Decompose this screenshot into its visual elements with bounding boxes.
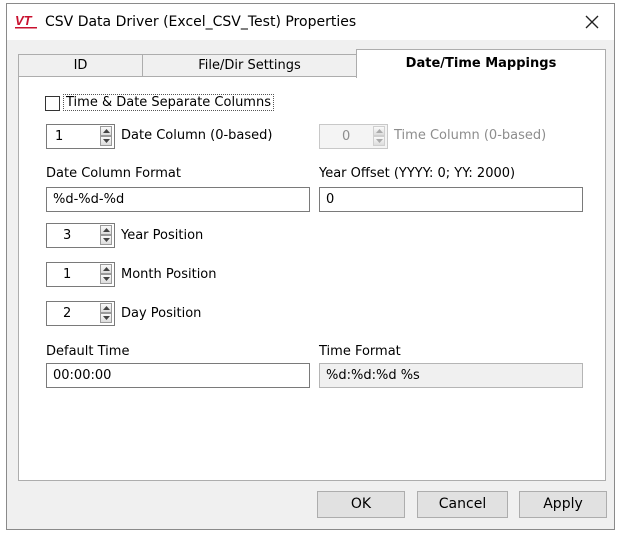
day-position-spinner[interactable]: 2	[46, 301, 115, 326]
year-offset-input[interactable]: 0	[319, 187, 583, 212]
spin-down-icon[interactable]	[100, 274, 112, 284]
spin-up-icon[interactable]	[100, 264, 112, 274]
time-column-label: Time Column (0-based)	[394, 128, 547, 143]
spin-down-icon[interactable]	[100, 313, 112, 323]
tab-date-time-mappings[interactable]: Date/Time Mappings	[356, 49, 606, 78]
spin-up-icon[interactable]	[100, 225, 112, 235]
tab-strip: ID File/Dir Settings Date/Time Mappings	[18, 49, 606, 78]
date-column-spinner[interactable]: 1	[46, 124, 115, 149]
time-format-label: Time Format	[319, 344, 401, 359]
spin-down-icon[interactable]	[100, 235, 112, 245]
tab-file-dir-settings[interactable]: File/Dir Settings	[142, 54, 357, 77]
date-column-value: 1	[55, 129, 64, 144]
date-format-input[interactable]: %d-%d-%d	[46, 187, 310, 212]
spin-up-icon[interactable]	[100, 126, 112, 136]
time-column-value: 0	[342, 129, 351, 144]
vt-logo-icon: VT	[15, 13, 39, 31]
spin-up-icon[interactable]	[100, 303, 112, 313]
year-position-label: Year Position	[121, 228, 204, 243]
default-time-label: Default Time	[46, 344, 130, 359]
time-format-input[interactable]: %d:%d:%d %s	[319, 363, 583, 388]
separate-columns-label: Time & Date Separate Columns	[63, 94, 274, 111]
apply-button[interactable]: Apply	[519, 491, 607, 518]
month-position-value: 1	[63, 267, 72, 282]
year-position-spinner[interactable]: 3	[46, 223, 115, 248]
spin-up-icon[interactable]	[373, 126, 385, 136]
ok-button[interactable]: OK	[317, 491, 405, 518]
day-position-value: 2	[63, 306, 72, 321]
window-title: CSV Data Driver (Excel_CSV_Test) Propert…	[45, 14, 357, 30]
time-column-spinner[interactable]: 0	[319, 124, 388, 149]
date-format-label: Date Column Format	[46, 166, 181, 181]
close-icon[interactable]	[578, 10, 606, 34]
date-column-label: Date Column (0-based)	[121, 128, 273, 143]
tab-id[interactable]: ID	[18, 54, 143, 77]
year-position-value: 3	[63, 228, 72, 243]
month-position-label: Month Position	[121, 267, 217, 282]
spin-down-icon[interactable]	[373, 136, 385, 146]
cancel-button[interactable]: Cancel	[417, 491, 508, 518]
separate-columns-checkbox[interactable]	[45, 96, 60, 111]
default-time-input[interactable]: 00:00:00	[46, 363, 310, 388]
svg-text:VT: VT	[15, 13, 33, 28]
month-position-spinner[interactable]: 1	[46, 262, 115, 287]
day-position-label: Day Position	[121, 306, 202, 321]
spin-down-icon[interactable]	[100, 136, 112, 146]
title-bar: VT CSV Data Driver (Excel_CSV_Test) Prop…	[7, 4, 614, 40]
year-offset-label: Year Offset (YYYY: 0; YY: 2000)	[319, 166, 516, 181]
